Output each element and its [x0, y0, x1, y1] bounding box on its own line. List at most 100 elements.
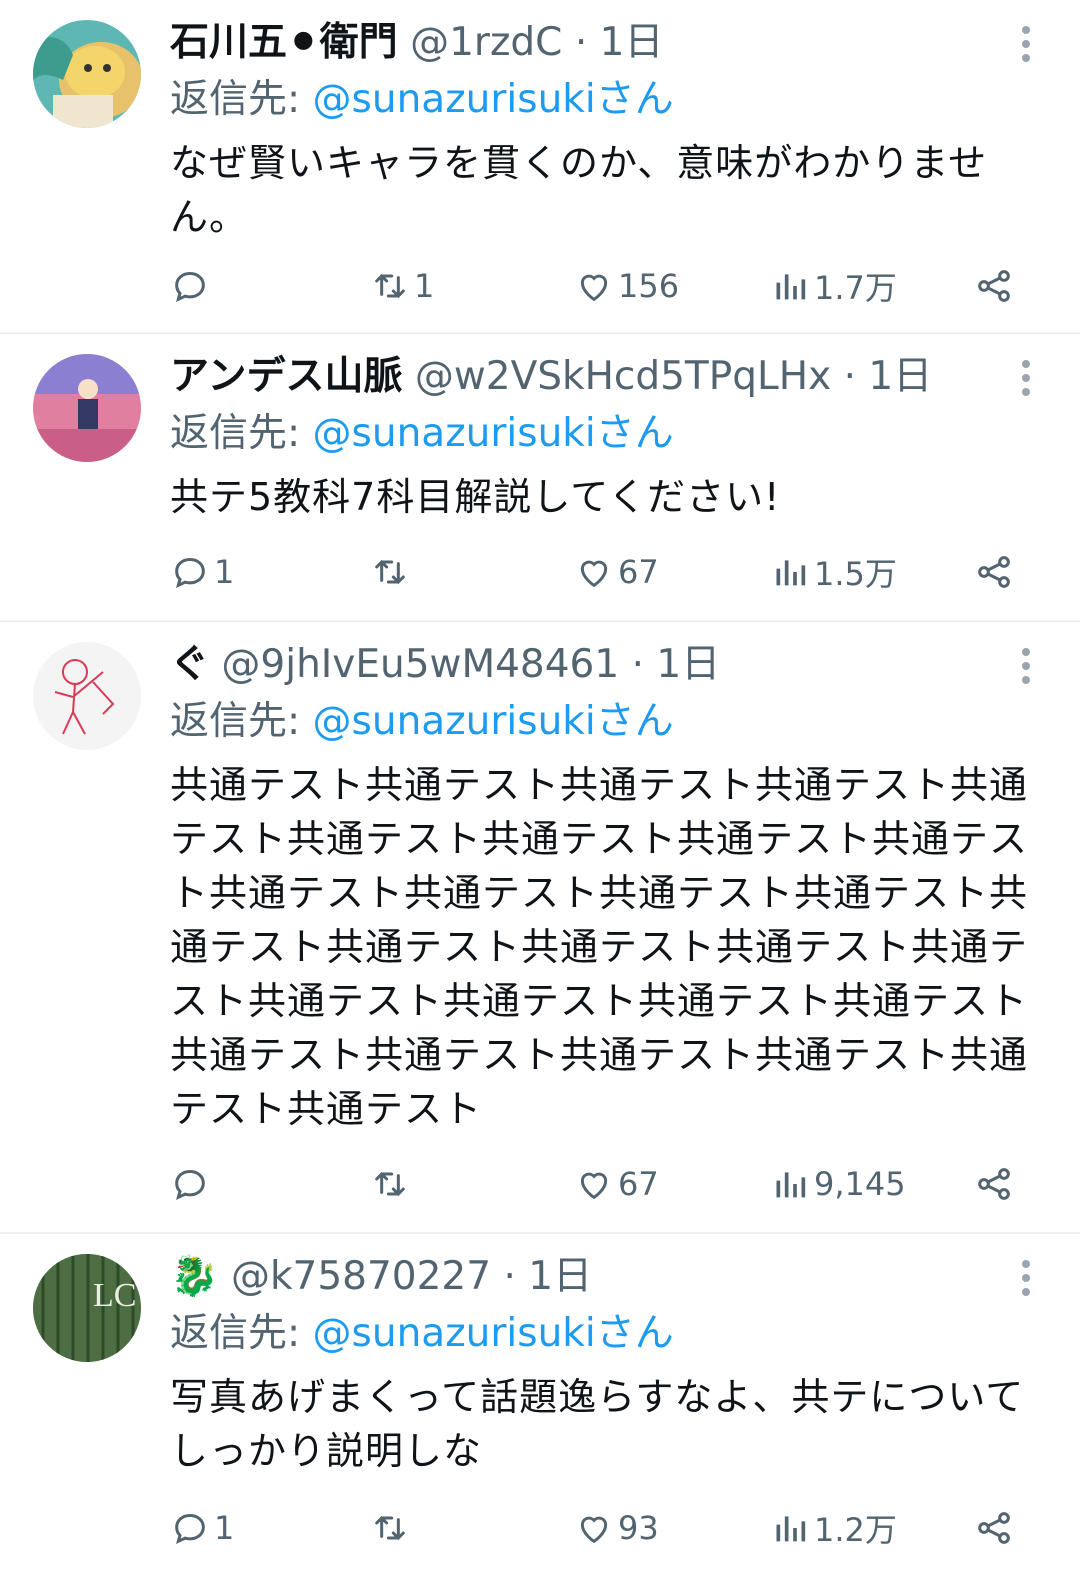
- reply-context: 返信先: @sunazurisukiさん: [170, 1306, 1040, 1362]
- share-icon: [978, 556, 1010, 588]
- author-name[interactable]: 石川五⚫衛門: [170, 20, 398, 65]
- reply-count: 1: [214, 1509, 235, 1547]
- author-handle[interactable]: @9jhIvEu5wM48461: [221, 642, 619, 687]
- views-button[interactable]: 1.7万: [770, 258, 897, 314]
- views-icon: [776, 274, 806, 300]
- more-icon[interactable]: [1022, 360, 1034, 402]
- views-icon: [776, 1172, 806, 1198]
- retweet-button[interactable]: [370, 544, 414, 600]
- separator-dot: ·: [631, 642, 644, 687]
- action-bar: 1 156 1.7万: [170, 258, 1040, 314]
- like-button[interactable]: 67: [574, 1156, 659, 1212]
- tweet-text: 共通テスト共通テスト共通テスト共通テスト共通テスト共通テスト共通テスト共通テスト…: [170, 763, 1029, 1131]
- retweet-button[interactable]: 1: [370, 258, 434, 314]
- avatar[interactable]: [33, 354, 141, 462]
- like-count: 93: [618, 1509, 659, 1547]
- avatar[interactable]: [33, 20, 141, 128]
- like-button[interactable]: 67: [574, 544, 659, 600]
- retweet-icon: [375, 273, 405, 299]
- tweet[interactable]: アンデス山脈 @w2VSkHcd5TPqLHx · 1日 返信先: @sunaz…: [0, 334, 1080, 622]
- like-icon: [580, 274, 608, 302]
- share-button[interactable]: [974, 1500, 1018, 1556]
- author-name[interactable]: ぐ: [170, 642, 209, 687]
- reply-button[interactable]: [170, 1156, 214, 1212]
- retweet-button[interactable]: [370, 1500, 414, 1556]
- share-button[interactable]: [974, 258, 1018, 314]
- reply-mention[interactable]: @sunazurisukiさん: [313, 77, 674, 122]
- action-bar: 67 9,145: [170, 1156, 1040, 1212]
- like-count: 156: [618, 267, 680, 305]
- view-count: 9,145: [814, 1165, 906, 1203]
- tweet[interactable]: ぐ @9jhIvEu5wM48461 · 1日 返信先: @sunazurisu…: [0, 622, 1080, 1234]
- tweet-text: 写真あげまくって話題逸らすなよ、共テについてしっかり説明しな: [170, 1375, 1025, 1473]
- retweet-count: 1: [414, 267, 435, 305]
- like-icon: [580, 1172, 608, 1200]
- view-count: 1.2万: [814, 1511, 897, 1549]
- share-button[interactable]: [974, 544, 1018, 600]
- views-button[interactable]: 1.5万: [770, 544, 897, 600]
- avatar[interactable]: LC: [33, 1254, 141, 1362]
- reply-button[interactable]: [170, 258, 214, 314]
- like-icon: [580, 1516, 608, 1544]
- views-icon: [776, 1516, 806, 1542]
- separator-dot: ·: [503, 1254, 516, 1299]
- views-button[interactable]: 9,145: [770, 1156, 906, 1212]
- timestamp[interactable]: 1日: [600, 20, 664, 65]
- like-button[interactable]: 93: [574, 1500, 659, 1556]
- reply-icon: [175, 1513, 205, 1545]
- action-bar: 1 67 1.5万: [170, 544, 1040, 600]
- timestamp[interactable]: 1日: [868, 354, 932, 399]
- views-icon: [776, 560, 806, 586]
- reply-icon: [175, 557, 205, 589]
- reply-context: 返信先: @sunazurisukiさん: [170, 406, 1040, 462]
- reply-button[interactable]: 1: [170, 1500, 234, 1556]
- retweet-button[interactable]: [370, 1156, 414, 1212]
- timestamp[interactable]: 1日: [528, 1254, 592, 1299]
- tweet-text: なぜ賢いキャラを貫くのか、意味がわかりません。: [170, 141, 988, 239]
- author-handle[interactable]: @k75870227: [231, 1254, 491, 1299]
- reply-prefix: 返信先:: [170, 699, 313, 744]
- more-icon[interactable]: [1022, 1260, 1034, 1302]
- svg-text:LC: LC: [93, 1277, 136, 1314]
- author-handle[interactable]: @1rzdC: [410, 20, 562, 65]
- reply-icon: [175, 271, 205, 303]
- view-count: 1.5万: [814, 555, 897, 593]
- tweet[interactable]: LC 🐉 @k75870227 · 1日 返信先: @sunazurisukiさ…: [0, 1234, 1080, 1594]
- share-button[interactable]: [974, 1156, 1018, 1212]
- reply-button[interactable]: 1: [170, 544, 234, 600]
- timestamp[interactable]: 1日: [656, 642, 720, 687]
- like-count: 67: [618, 553, 659, 591]
- view-count: 1.7万: [814, 269, 897, 307]
- views-button[interactable]: 1.2万: [770, 1500, 897, 1556]
- like-icon: [580, 560, 608, 588]
- reply-mention[interactable]: @sunazurisukiさん: [313, 411, 674, 456]
- reply-prefix: 返信先:: [170, 1311, 313, 1356]
- reply-count: 1: [214, 553, 235, 591]
- retweet-icon: [375, 559, 405, 585]
- like-button[interactable]: 156: [574, 258, 679, 314]
- like-count: 67: [618, 1165, 659, 1203]
- tweet-text: 共テ5教科7科目解説してください!: [170, 475, 781, 519]
- retweet-icon: [375, 1171, 405, 1197]
- reply-prefix: 返信先:: [170, 77, 313, 122]
- share-icon: [978, 1168, 1010, 1200]
- share-icon: [978, 1512, 1010, 1544]
- reply-context: 返信先: @sunazurisukiさん: [170, 72, 1040, 128]
- separator-dot: ·: [574, 20, 588, 65]
- reply-mention[interactable]: @sunazurisukiさん: [313, 699, 674, 744]
- reply-prefix: 返信先:: [170, 411, 313, 456]
- reply-context: 返信先: @sunazurisukiさん: [170, 694, 1040, 750]
- retweet-icon: [375, 1515, 405, 1541]
- reply-icon: [175, 1169, 205, 1201]
- action-bar: 1 93 1.2万: [170, 1500, 1040, 1556]
- tweet[interactable]: 石川五⚫衛門 @1rzdC · 1日 返信先: @sunazurisukiさん …: [0, 0, 1080, 334]
- author-name[interactable]: アンデス山脈: [170, 354, 402, 399]
- separator-dot: ·: [843, 354, 856, 399]
- author-handle[interactable]: @w2VSkHcd5TPqLHx: [415, 354, 831, 399]
- more-icon[interactable]: [1022, 26, 1034, 68]
- avatar[interactable]: [33, 642, 141, 750]
- reply-mention[interactable]: @sunazurisukiさん: [313, 1311, 674, 1356]
- share-icon: [978, 270, 1010, 302]
- author-name[interactable]: 🐉: [170, 1254, 219, 1299]
- more-icon[interactable]: [1022, 648, 1034, 690]
